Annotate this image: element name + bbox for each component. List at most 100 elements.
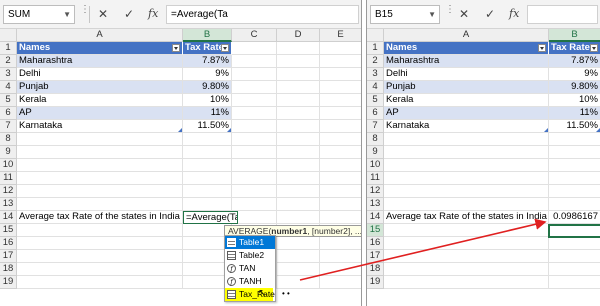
cell[interactable] [384,146,549,159]
tax-rate-cell[interactable]: 11% [183,107,232,120]
cell[interactable] [277,237,320,250]
state-name-cell[interactable]: Delhi [17,68,183,81]
insert-function-icon[interactable]: fx [148,7,158,21]
cell[interactable] [320,237,361,250]
state-name-cell[interactable]: AP [384,107,549,120]
cell[interactable] [277,94,320,107]
cell[interactable] [277,211,320,224]
average-label-cell[interactable]: Average tax Rate of the states in India [384,211,549,224]
cell[interactable] [232,211,277,224]
insert-function-icon[interactable]: fx [509,7,519,21]
column-header-d[interactable]: D [277,29,320,42]
cell[interactable] [277,250,320,263]
cell[interactable] [277,133,320,146]
autocomplete-item-tan[interactable]: f TAN [225,262,275,275]
tax-rate-cell[interactable]: 7.87% [183,55,232,68]
state-name-cell[interactable]: Karnataka [17,120,183,133]
row-header[interactable]: 6 [367,107,384,120]
row-header[interactable]: 2 [367,55,384,68]
row-header[interactable]: 18 [0,263,17,276]
name-box[interactable]: SUM ▼ [3,5,75,24]
state-name-cell[interactable]: Maharashtra [17,55,183,68]
cell[interactable] [320,185,361,198]
row-header[interactable]: 15 [0,224,17,237]
cell[interactable] [232,94,277,107]
row-header[interactable]: 9 [0,146,17,159]
cell[interactable] [277,107,320,120]
state-name-cell[interactable]: Kerala [384,94,549,107]
filter-dropdown-icon[interactable] [590,44,598,52]
cell[interactable] [549,133,600,146]
cell[interactable] [232,42,277,55]
formula-input[interactable] [527,5,598,24]
cell[interactable] [384,250,549,263]
row-header[interactable]: 15 [367,224,384,237]
active-cell-b15[interactable] [548,224,600,238]
table-header-tax-rate[interactable]: Tax Rate [549,42,600,55]
row-header[interactable]: 3 [367,68,384,81]
filter-dropdown-icon[interactable] [221,44,229,52]
cell[interactable] [17,133,183,146]
state-name-cell[interactable]: Maharashtra [384,55,549,68]
row-header[interactable]: 17 [367,250,384,263]
table-header-tax-rate[interactable]: Tax Rate [183,42,232,55]
row-header[interactable]: 14 [367,211,384,224]
cell[interactable] [17,237,183,250]
cell[interactable] [320,146,361,159]
cell[interactable] [232,198,277,211]
cell[interactable] [232,133,277,146]
cell[interactable] [277,159,320,172]
cell[interactable] [17,263,183,276]
cell[interactable] [17,159,183,172]
average-value-cell[interactable]: 0.0986167 [549,211,600,224]
more-options-icon[interactable]: ⋮ [445,4,455,15]
state-name-cell[interactable]: AP [17,107,183,120]
state-name-cell[interactable]: Karnataka [384,120,549,133]
filter-dropdown-icon[interactable] [538,44,546,52]
cell[interactable] [320,263,361,276]
tax-rate-cell[interactable]: 11.50% [549,120,600,133]
row-header[interactable]: 6 [0,107,17,120]
row-header[interactable]: 7 [367,120,384,133]
cell[interactable] [277,172,320,185]
cell[interactable] [320,159,361,172]
select-all-corner[interactable] [367,29,384,42]
cell[interactable] [549,250,600,263]
row-header[interactable]: 4 [367,81,384,94]
row-header[interactable]: 7 [0,120,17,133]
row-header[interactable]: 13 [0,198,17,211]
cancel-icon[interactable]: ✕ [98,7,108,21]
cell[interactable] [320,120,361,133]
cell[interactable] [320,42,361,55]
chevron-down-icon[interactable]: ▼ [428,6,436,23]
cell[interactable] [17,198,183,211]
cell[interactable] [232,172,277,185]
tax-rate-cell[interactable]: 11.50% [183,120,232,133]
tax-rate-cell[interactable]: 9.80% [183,81,232,94]
cell[interactable] [384,224,549,237]
cell[interactable] [232,107,277,120]
row-header[interactable]: 1 [367,42,384,55]
cell[interactable] [183,185,232,198]
cell[interactable] [320,276,361,289]
cell[interactable] [183,172,232,185]
table-resize-handle-icon[interactable] [227,128,231,132]
cell[interactable] [277,68,320,81]
select-all-corner[interactable] [0,29,17,42]
column-header-a[interactable]: A [384,29,549,42]
cell[interactable] [232,146,277,159]
cell[interactable] [232,159,277,172]
cell[interactable] [320,81,361,94]
cell[interactable] [277,81,320,94]
cell[interactable] [320,198,361,211]
cell[interactable] [277,185,320,198]
cell[interactable] [17,172,183,185]
table-resize-handle-icon[interactable] [596,128,600,132]
row-header[interactable]: 18 [367,263,384,276]
cell[interactable] [384,185,549,198]
row-header[interactable]: 14 [0,211,17,224]
cell[interactable] [384,172,549,185]
cell[interactable] [183,159,232,172]
tax-rate-cell[interactable]: 9% [549,68,600,81]
column-header-b[interactable]: B [549,29,600,42]
